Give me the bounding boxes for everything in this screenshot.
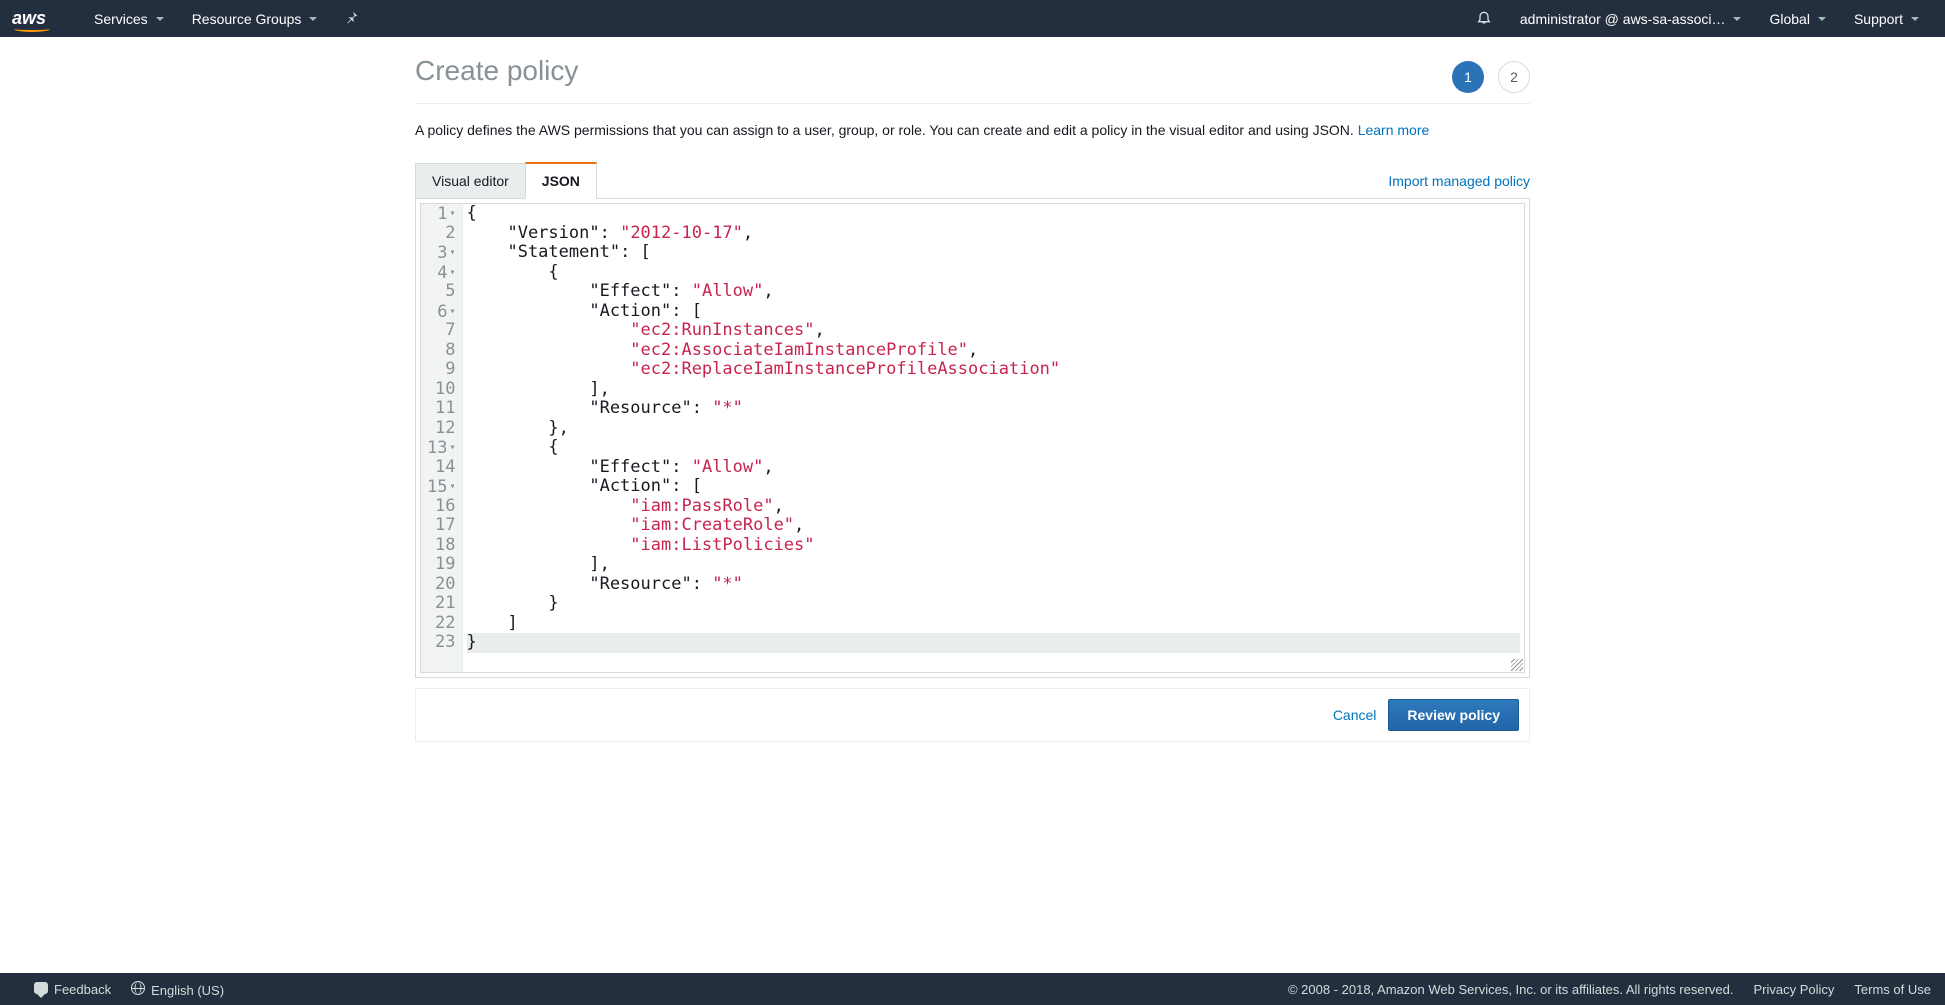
- page-footer: Feedback English (US) © 2008 - 2018, Ama…: [0, 973, 1945, 1005]
- nav-pin[interactable]: [331, 0, 373, 37]
- feedback-icon: [34, 982, 48, 994]
- nav-support[interactable]: Support: [1840, 0, 1933, 37]
- review-policy-button[interactable]: Review policy: [1388, 699, 1519, 731]
- nav-notifications[interactable]: [1462, 0, 1506, 37]
- import-managed-policy-link[interactable]: Import managed policy: [1388, 173, 1530, 189]
- resize-handle-icon[interactable]: [1511, 659, 1523, 671]
- json-editor[interactable]: 1234567891011121314151617181920212223 { …: [420, 203, 1525, 673]
- top-nav: aws Services Resource Groups administrat…: [0, 0, 1945, 37]
- step-2[interactable]: 2: [1498, 61, 1530, 93]
- pin-icon: [345, 10, 359, 27]
- copyright-text: © 2008 - 2018, Amazon Web Services, Inc.…: [1288, 982, 1734, 997]
- learn-more-link[interactable]: Learn more: [1358, 122, 1430, 138]
- tab-visual-editor[interactable]: Visual editor: [415, 163, 526, 199]
- aws-logo[interactable]: aws: [12, 6, 50, 32]
- nav-services[interactable]: Services: [80, 0, 178, 37]
- caret-down-icon: [156, 17, 164, 21]
- tab-json[interactable]: JSON: [525, 162, 597, 199]
- editor-panel: 1234567891011121314151617181920212223 { …: [415, 198, 1530, 678]
- terms-link[interactable]: Terms of Use: [1854, 982, 1931, 997]
- tab-bar: Visual editor JSON Import managed policy: [415, 162, 1530, 199]
- page-content: Create policy 1 2 A policy defines the A…: [415, 37, 1530, 742]
- divider: [415, 103, 1530, 104]
- bell-icon: [1476, 9, 1492, 28]
- wizard-steps: 1 2: [1452, 61, 1530, 93]
- nav-user[interactable]: administrator @ aws-sa-associ…: [1506, 0, 1756, 37]
- language-selector[interactable]: English (US): [131, 981, 224, 998]
- cancel-button[interactable]: Cancel: [1333, 707, 1377, 723]
- step-1[interactable]: 1: [1452, 61, 1484, 93]
- feedback-link[interactable]: Feedback: [34, 982, 111, 997]
- caret-down-icon: [1911, 17, 1919, 21]
- globe-icon: [131, 981, 145, 995]
- nav-resource-groups[interactable]: Resource Groups: [178, 0, 332, 37]
- caret-down-icon: [1818, 17, 1826, 21]
- page-title: Create policy: [415, 55, 1530, 87]
- editor-gutter: 1234567891011121314151617181920212223: [421, 204, 463, 672]
- caret-down-icon: [1733, 17, 1741, 21]
- privacy-link[interactable]: Privacy Policy: [1754, 982, 1835, 997]
- page-description: A policy defines the AWS permissions tha…: [415, 122, 1530, 138]
- nav-region[interactable]: Global: [1755, 0, 1839, 37]
- editor-code[interactable]: { "Version": "2012-10-17", "Statement": …: [463, 204, 1524, 672]
- caret-down-icon: [309, 17, 317, 21]
- wizard-footer: Cancel Review policy: [415, 688, 1530, 742]
